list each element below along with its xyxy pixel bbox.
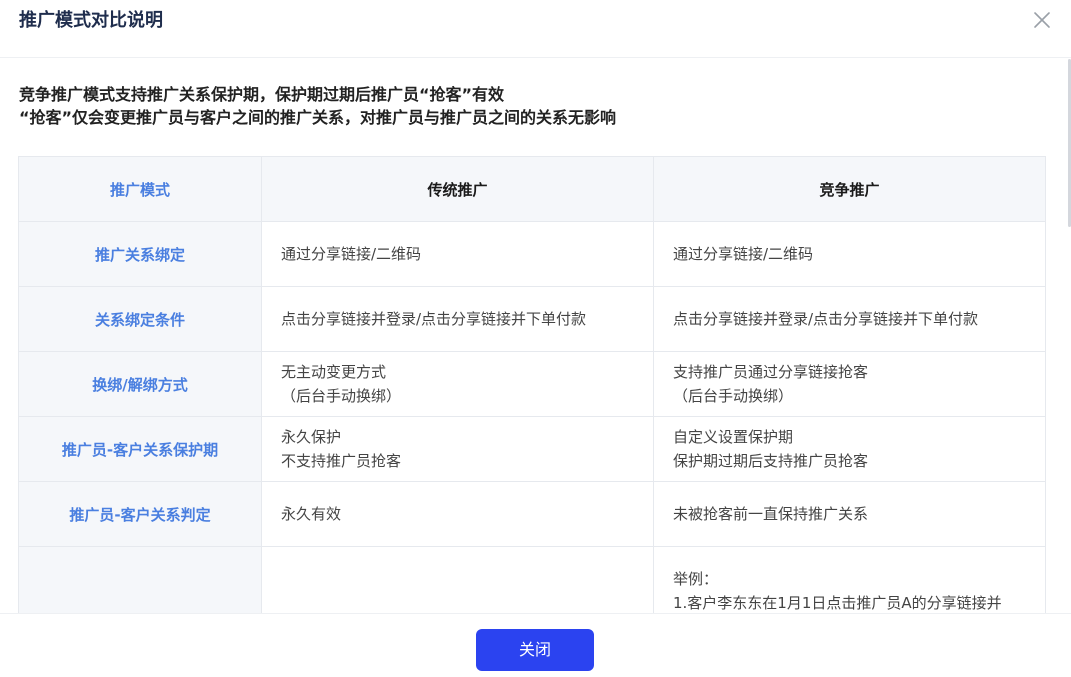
row-label bbox=[18, 546, 262, 613]
cell-text: 不支持推广员抢客 bbox=[281, 452, 402, 470]
cell-text: 永久有效 bbox=[281, 505, 342, 523]
intro-line-1: 竞争推广模式支持推广关系保护期，保护期过期后推广员“抢客”有效 bbox=[19, 85, 505, 104]
intro-line-2: “抢客”仅会变更推广员与客户之间的推广关系，对推广员与推广员之间的关系无影响 bbox=[19, 108, 617, 127]
intro-text: 竞争推广模式支持推广关系保护期，保护期过期后推广员“抢客”有效 “抢客”仅会变更… bbox=[19, 83, 616, 129]
table-row: 推广关系绑定 通过分享链接/二维码 通过分享链接/二维码 bbox=[18, 221, 1046, 287]
competitive-cell: 自定义设置保护期 保护期过期后支持推广员抢客 bbox=[653, 416, 1046, 482]
competitive-cell: 举例： 1.客户李东东在1月1日点击推广员A的分享链接并 bbox=[653, 546, 1046, 613]
cell-text: 通过分享链接/二维码 bbox=[281, 245, 422, 263]
column-header-mode: 推广模式 bbox=[18, 156, 262, 222]
dialog-footer: 关闭 bbox=[0, 613, 1071, 677]
cell-text: 举例： bbox=[673, 570, 719, 588]
row-label: 关系绑定条件 bbox=[18, 286, 262, 352]
cell-text: 未被抢客前一直保持推广关系 bbox=[673, 505, 869, 523]
cell-text: 无主动变更方式 bbox=[281, 363, 387, 381]
competitive-cell: 点击分享链接并登录/点击分享链接并下单付款 bbox=[653, 286, 1046, 352]
traditional-cell: 通过分享链接/二维码 bbox=[261, 221, 654, 287]
traditional-cell: 无主动变更方式 （后台手动换绑） bbox=[261, 351, 654, 417]
table-header-row: 推广模式 传统推广 竞争推广 bbox=[18, 156, 1046, 222]
comparison-table: 推广模式 传统推广 竞争推广 推广关系绑定 通过分享链接/二维码 通过分享链接/… bbox=[18, 156, 1046, 613]
dialog-body[interactable]: 竞争推广模式支持推广关系保护期，保护期过期后推广员“抢客”有效 “抢客”仅会变更… bbox=[0, 59, 1071, 613]
cell-text: （后台手动换绑） bbox=[281, 387, 402, 405]
dialog-title: 推广模式对比说明 bbox=[19, 10, 163, 31]
cell-text: 通过分享链接/二维码 bbox=[673, 245, 814, 263]
cell-text: （后台手动换绑） bbox=[673, 387, 794, 405]
table-row: 推广员-客户关系保护期 永久保护 不支持推广员抢客 自定义设置保护期 保护期过期… bbox=[18, 416, 1046, 482]
comparison-dialog: 推广模式对比说明 竞争推广模式支持推广关系保护期，保护期过期后推广员“抢客”有效… bbox=[0, 0, 1071, 677]
dialog-header: 推广模式对比说明 bbox=[0, 0, 1071, 58]
competitive-cell: 通过分享链接/二维码 bbox=[653, 221, 1046, 287]
cell-text: 支持推广员通过分享链接抢客 bbox=[673, 363, 869, 381]
row-label: 换绑/解绑方式 bbox=[18, 351, 262, 417]
row-label: 推广员-客户关系判定 bbox=[18, 481, 262, 547]
cell-text: 永久保护 bbox=[281, 428, 342, 446]
table-row: 推广员-客户关系判定 永久有效 未被抢客前一直保持推广关系 bbox=[18, 481, 1046, 547]
cell-text: 自定义设置保护期 bbox=[673, 428, 794, 446]
table-row: 举例： 1.客户李东东在1月1日点击推广员A的分享链接并 bbox=[18, 546, 1046, 613]
column-header-traditional: 传统推广 bbox=[261, 156, 654, 222]
row-label: 推广关系绑定 bbox=[18, 221, 262, 287]
table-row: 关系绑定条件 点击分享链接并登录/点击分享链接并下单付款 点击分享链接并登录/点… bbox=[18, 286, 1046, 352]
traditional-cell: 永久保护 不支持推广员抢客 bbox=[261, 416, 654, 482]
competitive-cell: 未被抢客前一直保持推广关系 bbox=[653, 481, 1046, 547]
column-header-competitive: 竞争推广 bbox=[653, 156, 1046, 222]
cell-text: 保护期过期后支持推广员抢客 bbox=[673, 452, 869, 470]
traditional-cell bbox=[261, 546, 654, 613]
cell-text: 1.客户李东东在1月1日点击推广员A的分享链接并 bbox=[673, 594, 1002, 612]
traditional-cell: 永久有效 bbox=[261, 481, 654, 547]
competitive-cell: 支持推广员通过分享链接抢客 （后台手动换绑） bbox=[653, 351, 1046, 417]
cell-text: 点击分享链接并登录/点击分享链接并下单付款 bbox=[673, 310, 979, 328]
close-icon[interactable] bbox=[1030, 8, 1054, 32]
traditional-cell: 点击分享链接并登录/点击分享链接并下单付款 bbox=[261, 286, 654, 352]
row-label: 推广员-客户关系保护期 bbox=[18, 416, 262, 482]
table-row: 换绑/解绑方式 无主动变更方式 （后台手动换绑） 支持推广员通过分享链接抢客 （… bbox=[18, 351, 1046, 417]
close-button[interactable]: 关闭 bbox=[476, 629, 594, 671]
cell-text: 点击分享链接并登录/点击分享链接并下单付款 bbox=[281, 310, 587, 328]
